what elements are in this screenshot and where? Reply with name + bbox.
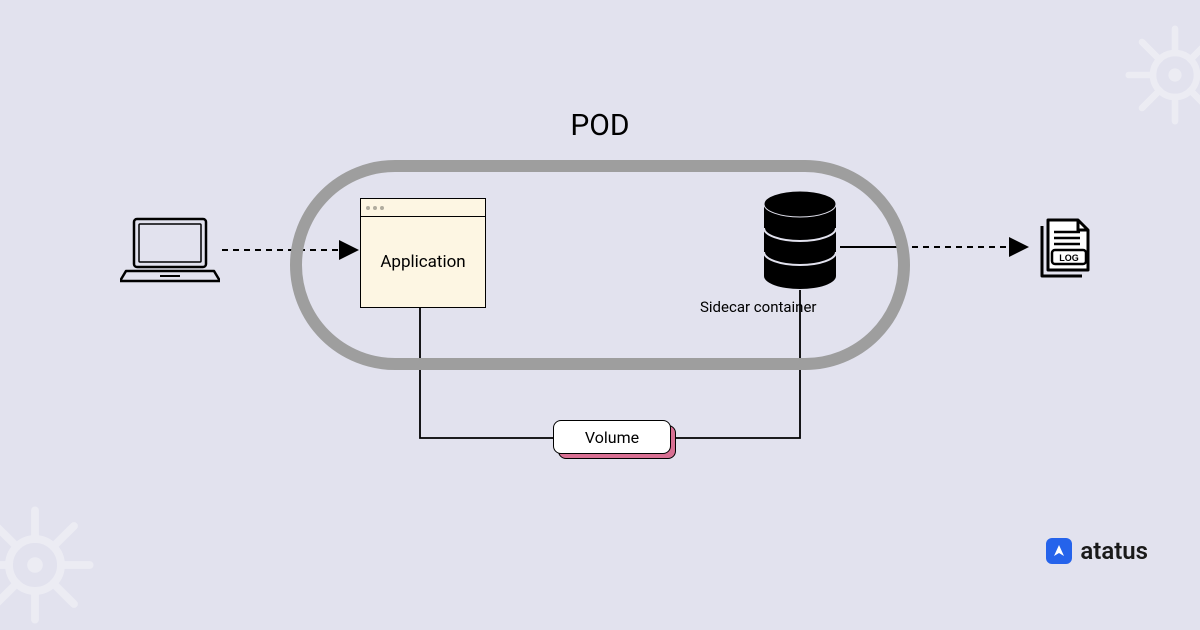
sidecar-label: Sidecar container: [700, 298, 817, 316]
laptop-icon: [120, 215, 220, 285]
brand-logo: atatus: [1046, 537, 1148, 565]
application-label: Application: [361, 217, 485, 307]
log-badge-text: LOG: [1059, 253, 1079, 263]
pod-title: POD: [0, 108, 1200, 143]
volume-label: Volume: [585, 428, 639, 447]
log-file-icon: LOG: [1030, 210, 1100, 280]
application-container: Application: [360, 198, 486, 308]
brand-name: atatus: [1080, 537, 1148, 565]
application-window-chrome: [361, 199, 485, 217]
diagram-canvas: POD Application Sidecar container LOG: [0, 0, 1200, 600]
brand-mark-icon: [1046, 538, 1072, 564]
volume-box: Volume: [553, 420, 671, 454]
database-cylinder-icon: [760, 190, 840, 290]
